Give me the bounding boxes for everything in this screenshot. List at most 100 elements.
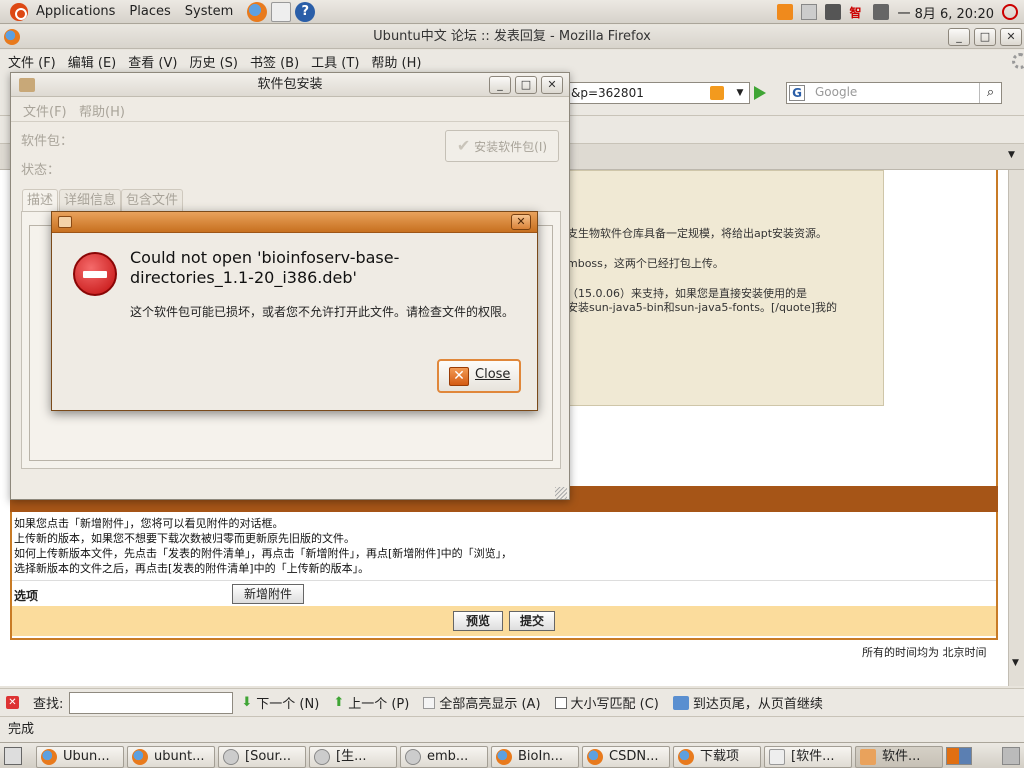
maximize-button[interactable]: □ <box>974 28 996 46</box>
arrow-up-icon: ⬆ <box>333 695 345 710</box>
menu-places[interactable]: Places <box>129 4 170 19</box>
options-label: 选项 <box>14 589 39 603</box>
close-button[interactable]: ✕ Close <box>437 359 521 393</box>
taskbar-item[interactable]: [软件... <box>764 746 852 768</box>
arrow-down-icon: ⬇ <box>241 695 253 710</box>
volume-icon[interactable] <box>873 4 890 20</box>
status-label: 状态： <box>21 163 61 178</box>
url-dropdown-icon[interactable]: ▼ <box>732 82 748 104</box>
highlight-all-button[interactable]: 全部高亮显示 (A) <box>423 693 541 712</box>
minimize-button[interactable]: _ <box>948 28 970 46</box>
find-input[interactable] <box>69 691 234 714</box>
taskbar-item-label: emb... <box>427 749 469 764</box>
scroll-down-icon[interactable]: ▼ <box>1012 658 1019 668</box>
menu-edit[interactable]: 编辑 (E) <box>68 52 117 71</box>
show-desktop-icon[interactable] <box>4 747 22 765</box>
error-stop-icon <box>73 252 117 296</box>
menu-bookmarks[interactable]: 书签 (B) <box>250 52 299 71</box>
package-label: 软件包： <box>21 134 74 149</box>
taskbar-item[interactable]: 软件... <box>855 746 943 768</box>
menu-file[interactable]: 文件(F) <box>23 101 67 120</box>
highlight-all-label: 全部高亮显示 (A) <box>439 697 541 712</box>
maximize-button[interactable]: □ <box>515 76 537 94</box>
taskbar-item-label: ubunt... <box>154 749 205 764</box>
status-text: 完成 <box>8 722 35 737</box>
editor-icon <box>314 749 330 765</box>
tab-list-dropdown-icon[interactable]: ▼ <box>1008 150 1015 160</box>
tab-description[interactable]: 描述 <box>22 189 59 211</box>
taskbar-item-label: 软件... <box>882 749 921 764</box>
taskbar-item[interactable]: 下载项 <box>673 746 761 768</box>
menu-system[interactable]: System <box>185 4 233 19</box>
taskbar-item[interactable]: Ubun... <box>36 746 124 768</box>
match-case-label: 大小写匹配 (C) <box>570 697 659 712</box>
match-case-checkbox[interactable]: 大小写匹配 (C) <box>554 693 659 712</box>
firefox-launcher-icon[interactable] <box>247 1 268 22</box>
find-previous-button[interactable]: ⬆ 上一个 (P) <box>333 693 409 712</box>
page-scrollbar[interactable]: ▼ <box>1008 170 1024 686</box>
search-box[interactable]: G Google ⌕ <box>786 82 1002 104</box>
menu-file[interactable]: 文件 (F) <box>8 52 56 71</box>
status-bar: 完成 <box>0 716 1024 742</box>
close-find-bar-icon[interactable]: ✕ <box>6 696 19 709</box>
menu-help[interactable]: 帮助(H) <box>79 101 125 120</box>
close-window-button[interactable]: ✕ <box>541 76 563 94</box>
go-icon[interactable] <box>754 86 766 100</box>
taskbar-item-label: CSDN... <box>609 749 659 764</box>
rss-feed-icon[interactable] <box>710 86 724 100</box>
taskbar-item[interactable]: [Sour... <box>218 746 306 768</box>
wrap-notice: 到达页尾，从页首继续 <box>672 693 823 712</box>
close-dialog-button[interactable]: ✕ <box>511 214 531 230</box>
find-next-button[interactable]: ⬇ 下一个 (N) <box>241 693 319 712</box>
find-next-label: 下一个 (N) <box>256 697 320 712</box>
resize-grip-icon[interactable] <box>555 487 567 499</box>
network-icon[interactable] <box>825 4 842 20</box>
menu-view[interactable]: 查看 (V) <box>128 52 177 71</box>
taskbar-item[interactable]: emb... <box>400 746 488 768</box>
ubuntu-logo-icon[interactable] <box>10 2 28 21</box>
tab-details[interactable]: 详细信息 <box>59 189 122 211</box>
taskbar-item[interactable]: BioIn... <box>491 746 579 768</box>
close-button-label: Close <box>475 367 511 382</box>
update-notifier-icon[interactable] <box>777 4 794 20</box>
package-icon <box>19 78 35 92</box>
google-engine-icon[interactable]: G <box>789 85 805 101</box>
wrap-notice-text: 到达页尾，从页首继续 <box>692 697 823 712</box>
search-magnifier-icon[interactable]: ⌕ <box>979 83 1001 103</box>
highlight-icon <box>423 696 436 709</box>
install-package-button[interactable]: ✔ 安装软件包(I) <box>445 130 559 162</box>
package-icon <box>58 216 72 228</box>
firefox-menubar: 文件 (F) 编辑 (E) 查看 (V) 历史 (S) 书签 (B) 工具 (T… <box>0 50 1024 72</box>
submit-button[interactable]: 提交 <box>509 611 555 631</box>
add-attachment-button[interactable]: 新增附件 <box>232 584 304 604</box>
minimize-button[interactable]: _ <box>489 76 511 94</box>
taskbar-item[interactable]: CSDN... <box>582 746 670 768</box>
error-dialog-titlebar: ✕ <box>52 212 537 233</box>
firefox-icon <box>678 749 694 765</box>
find-label: 查找: <box>33 697 64 712</box>
search-placeholder: Google <box>815 85 858 99</box>
tab-included-files[interactable]: 包含文件 <box>121 189 184 211</box>
menu-tools[interactable]: 工具 (T) <box>311 52 359 71</box>
workspace-switcher[interactable] <box>946 747 972 765</box>
input-method-icon[interactable]: 智 <box>849 4 865 20</box>
trash-icon[interactable] <box>1002 747 1020 765</box>
help-line: 如何上传新版本文件，先点击「发表的附件清单」，再点击「新增附件」，再点[新增附件… <box>14 547 513 560</box>
help-launcher-icon[interactable]: ? <box>295 1 316 22</box>
clock[interactable]: 一 8月 6, 20:20 <box>897 3 994 22</box>
power-icon[interactable] <box>1002 4 1018 20</box>
keyboard-icon[interactable] <box>801 4 818 20</box>
firefox-icon <box>41 749 57 765</box>
menu-applications[interactable]: Applications <box>36 4 115 19</box>
bottom-taskbar: Ubun... ubunt... [Sour... [生... emb... B… <box>0 742 1024 768</box>
preview-button[interactable]: 预览 <box>453 611 503 631</box>
taskbar-item-label: [软件... <box>791 749 835 764</box>
close-window-button[interactable]: ✕ <box>1000 28 1022 46</box>
firefox-icon <box>496 749 512 765</box>
menu-help[interactable]: 帮助 (H) <box>371 52 421 71</box>
menu-history[interactable]: 历史 (S) <box>189 52 238 71</box>
mail-launcher-icon[interactable] <box>271 1 292 22</box>
find-bar: ✕ 查找: ⬇ 下一个 (N) ⬆ 上一个 (P) 全部高亮显示 (A) 大小写匹配… <box>0 688 1024 716</box>
taskbar-item[interactable]: [生... <box>309 746 397 768</box>
taskbar-item[interactable]: ubunt... <box>127 746 215 768</box>
